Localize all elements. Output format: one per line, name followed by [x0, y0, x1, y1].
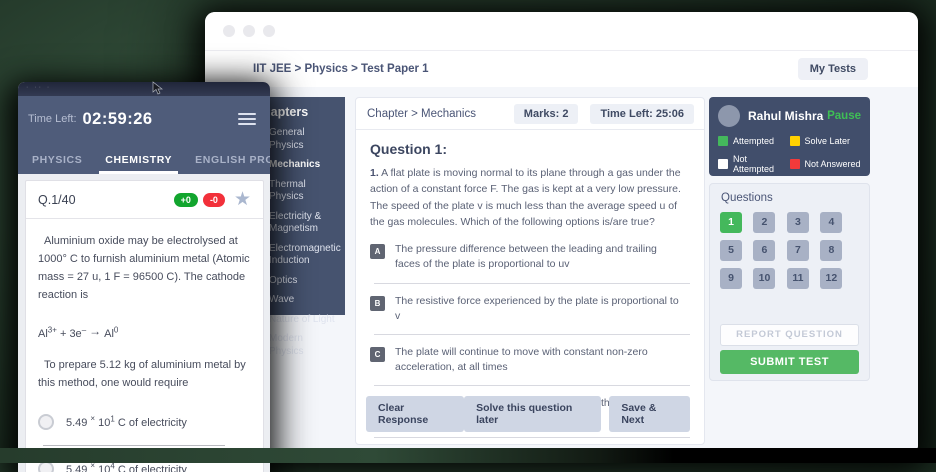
tab-english-proficiency[interactable]: ENGLISH PROFICIENCY: [189, 154, 270, 174]
countdown-timer: 02:59:26: [83, 110, 153, 129]
legend-attempted: Attempted: [718, 136, 790, 146]
save-next-button[interactable]: Save & Next: [609, 396, 690, 432]
question-8-button[interactable]: 8: [820, 240, 842, 261]
user-name: Rahul Mishra: [748, 109, 823, 123]
clear-response-button[interactable]: Clear Response: [366, 396, 464, 432]
divider: [374, 334, 690, 335]
question-11-button[interactable]: 11: [787, 268, 809, 289]
window-control-dot: [243, 25, 255, 37]
question-number-grid: 1 2 3 4 5 6 7 8 9 10 11 12: [710, 212, 869, 296]
questions-navigator: Questions 1 2 3 4 5 6 7 8 9 10 11 12 REP…: [709, 183, 870, 381]
question-4-button[interactable]: 4: [820, 212, 842, 233]
divider: [374, 385, 690, 386]
subject-tabs: PHYSICS CHEMISTRY ENGLISH PROFICIENCY: [18, 142, 270, 174]
phone-header: Time Left: 02:59:26: [18, 96, 270, 142]
window-titlebar: [205, 12, 918, 51]
option-a[interactable]: A The pressure difference between the le…: [370, 242, 690, 272]
browser-window: IIT JEE > Physics > Test Paper 1 My Test…: [205, 12, 918, 455]
bookmark-star-icon[interactable]: ★: [234, 190, 251, 209]
window-control-dot: [223, 25, 235, 37]
main-content: Chapters General Physics Mechanics Therm…: [205, 87, 918, 455]
chapter-breadcrumb: Chapter > Mechanics: [356, 108, 476, 120]
option-c[interactable]: C The plate will continue to move with c…: [370, 345, 690, 375]
phone-question-text: Aluminium oxide may be electrolysed at 1…: [38, 232, 251, 305]
question-card: Chapter > Mechanics Marks: 2 Time Left: …: [355, 97, 705, 445]
question-7-button[interactable]: 7: [787, 240, 809, 261]
avatar: [718, 105, 740, 127]
not-attempted-swatch: [718, 159, 728, 169]
desk-surface: [0, 448, 936, 463]
phone-option-1[interactable]: 5.49×101 C of electricity: [38, 414, 251, 430]
phone-body: Q.1/40 +0 -0 ★ Aluminium oxide may be el…: [18, 174, 270, 472]
divider: [374, 437, 690, 438]
mobile-app-overlay: Time Left: 02:59:26 PHYSICS CHEMISTRY EN…: [18, 82, 270, 472]
not-answered-swatch: [790, 159, 800, 169]
question-actions: Clear Response Solve this question later…: [366, 396, 690, 432]
phone-question-meta: Q.1/40 +0 -0 ★: [38, 190, 251, 209]
hamburger-menu-icon[interactable]: [238, 110, 256, 128]
divider: [374, 283, 690, 284]
question-12-button[interactable]: 12: [820, 268, 842, 289]
question-9-button[interactable]: 9: [720, 268, 742, 289]
legend-solve-later: Solve Later: [790, 136, 862, 146]
positive-marks-badge: +0: [174, 193, 198, 207]
question-body: Question 1: 1. A flat plate is moving no…: [356, 130, 704, 438]
reaction-arrow: →: [86, 324, 104, 338]
legend-not-attempted: Not Attempted: [718, 154, 790, 174]
phone-status-bar: [18, 82, 270, 96]
solve-later-swatch: [790, 136, 800, 146]
mouse-cursor: [152, 81, 164, 95]
pause-button[interactable]: Pause: [827, 110, 861, 122]
question-number: 1.: [370, 167, 379, 179]
question-title: Question 1:: [370, 141, 690, 157]
status-legend: Attempted Solve Later Not Attempted Not …: [718, 136, 861, 174]
question-card-header: Chapter > Mechanics Marks: 2 Time Left: …: [356, 98, 704, 130]
time-left-label: Time Left:: [28, 113, 77, 125]
time-left-badge: Time Left: 25:06: [590, 104, 694, 124]
user-panel: Rahul Mishra Pause Attempted Solve Later…: [709, 97, 870, 176]
attempted-swatch: [718, 136, 728, 146]
window-control-dot: [263, 25, 275, 37]
phone-options: 5.49×101 C of electricity 5.49×104 C of …: [38, 414, 251, 472]
question-6-button[interactable]: 6: [753, 240, 775, 261]
question-text: 1. A flat plate is moving normal to its …: [370, 165, 690, 230]
question-5-button[interactable]: 5: [720, 240, 742, 261]
option-a-badge: A: [370, 244, 385, 259]
marks-badge: Marks: 2: [514, 104, 579, 124]
tab-chemistry[interactable]: CHEMISTRY: [99, 154, 178, 174]
option-b[interactable]: B The resistive force experienced by the…: [370, 294, 690, 324]
option-b-badge: B: [370, 296, 385, 311]
question-counter: Q.1/40: [38, 193, 76, 207]
question-2-button[interactable]: 2: [753, 212, 775, 233]
phone-question-text-2: To prepare 5.12 kg of aluminium metal by…: [38, 356, 251, 392]
breadcrumb-bar: IIT JEE > Physics > Test Paper 1 My Test…: [205, 51, 918, 88]
breadcrumb[interactable]: IIT JEE > Physics > Test Paper 1: [253, 51, 429, 87]
report-question-button[interactable]: REPORT QUESTION: [720, 324, 859, 346]
legend-not-answered: Not Answered: [790, 154, 862, 174]
my-tests-button[interactable]: My Tests: [798, 58, 868, 80]
user-row: Rahul Mishra Pause: [718, 105, 861, 127]
submit-test-button[interactable]: SUBMIT TEST: [720, 350, 859, 374]
phone-question-card: Q.1/40 +0 -0 ★ Aluminium oxide may be el…: [25, 180, 264, 472]
divider: [43, 445, 225, 446]
questions-title: Questions: [710, 184, 869, 212]
tab-physics[interactable]: PHYSICS: [26, 154, 88, 174]
solve-later-button[interactable]: Solve this question later: [464, 396, 601, 432]
divider: [26, 218, 263, 219]
question-10-button[interactable]: 10: [753, 268, 775, 289]
question-3-button[interactable]: 3: [787, 212, 809, 233]
negative-marks-badge: -0: [203, 193, 225, 207]
radio-button[interactable]: [38, 414, 54, 430]
option-c-badge: C: [370, 347, 385, 362]
question-1-button[interactable]: 1: [720, 212, 742, 233]
cathode-reaction-formula: Al3+ + 3e–→Al0: [38, 322, 251, 343]
